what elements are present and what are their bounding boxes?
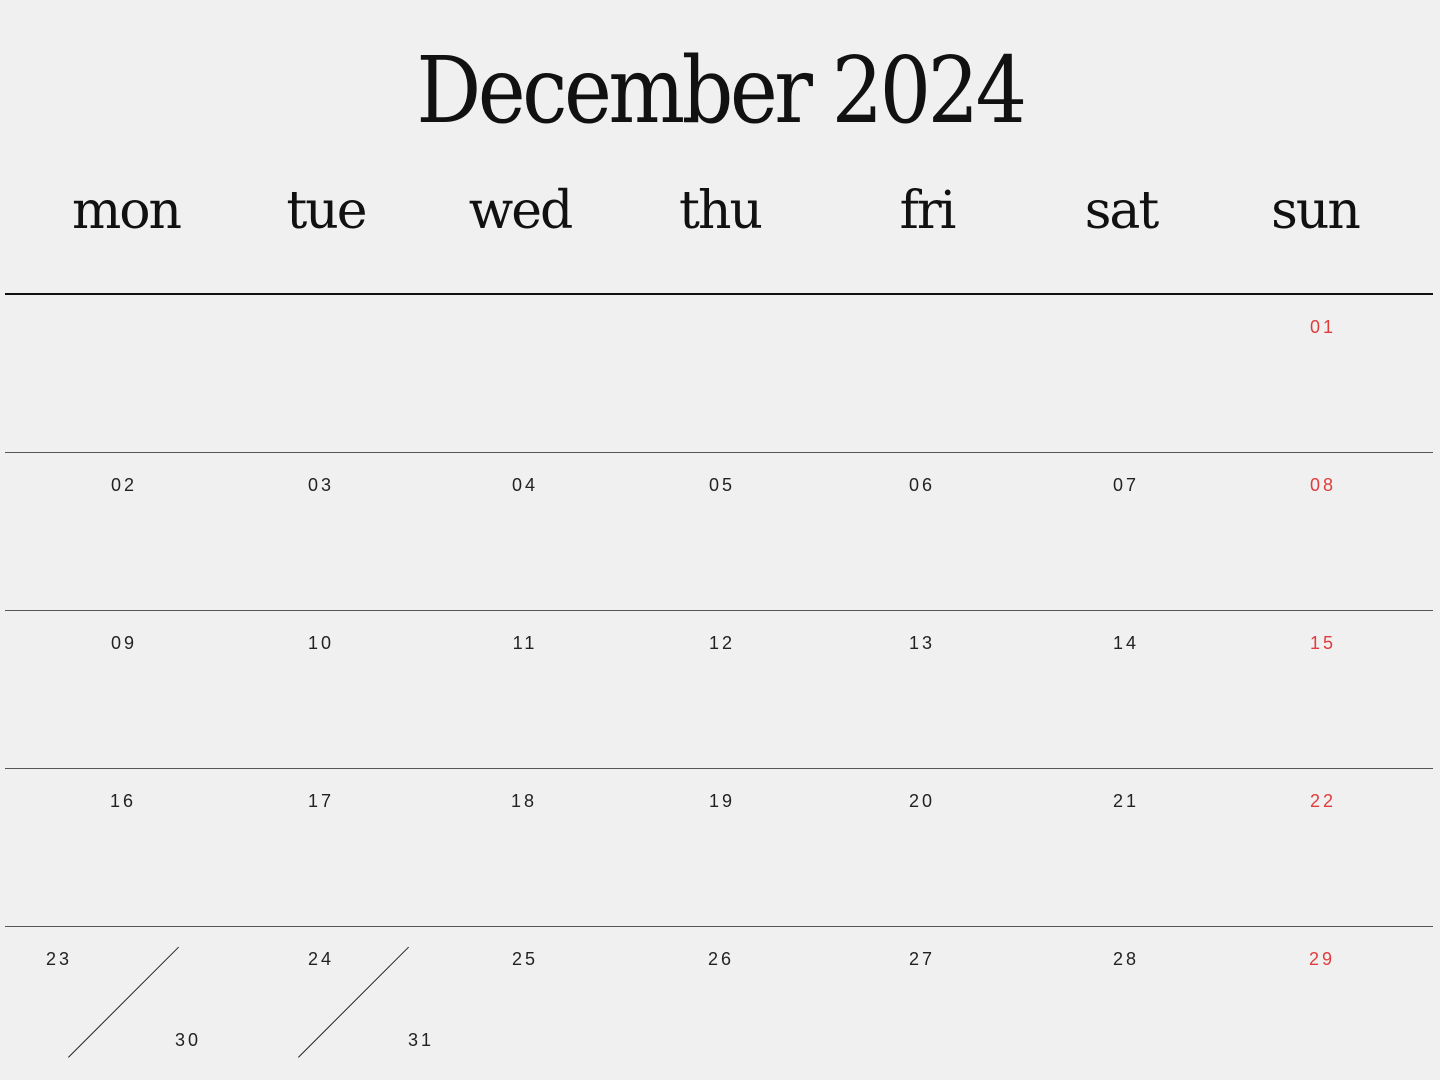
date-cell[interactable]: 28 [1113,949,1139,970]
date-cell[interactable]: 05 [709,475,735,496]
weekday-mon: mon [71,181,182,241]
date-cell[interactable]: 02 [111,475,137,496]
date-cell[interactable]: 17 [308,791,334,812]
weekday-thu: thu [679,181,763,241]
date-cell[interactable]: 10 [308,633,334,654]
date-cell[interactable]: 23 [46,949,72,970]
date-cell[interactable]: 16 [110,791,136,812]
date-cell[interactable]: 06 [909,475,935,496]
date-cell-overflow[interactable]: 31 [408,1030,434,1051]
date-cell[interactable]: 21 [1113,791,1139,812]
weekday-fri: fri [899,181,957,241]
week-divider [5,452,1433,453]
date-cell[interactable]: 18 [511,791,537,812]
weekday-sat: sat [1084,181,1160,241]
date-cell[interactable]: 03 [308,475,334,496]
date-cell[interactable]: 09 [111,633,137,654]
date-cell[interactable]: 11 [513,633,538,654]
week-divider [5,610,1433,611]
calendar-title: December 2024 [416,37,1027,144]
date-cell[interactable]: 27 [909,949,935,970]
date-cell[interactable]: 29 [1309,949,1335,970]
date-cell-overflow[interactable]: 30 [175,1030,201,1051]
date-cell[interactable]: 20 [909,791,935,812]
weekday-sun: sun [1271,181,1361,241]
date-cell[interactable]: 15 [1310,633,1336,654]
date-cell[interactable]: 25 [512,949,538,970]
week-divider [5,768,1433,769]
date-cell[interactable]: 14 [1113,633,1139,654]
date-cell[interactable]: 26 [708,949,734,970]
date-cell[interactable]: 13 [909,633,935,654]
date-cell[interactable]: 08 [1310,475,1336,496]
weekday-wed: wed [468,181,574,241]
date-cell[interactable]: 12 [709,633,735,654]
date-cell[interactable]: 07 [1113,475,1139,496]
date-cell[interactable]: 04 [512,475,538,496]
split-cell-divider [68,946,180,1058]
weekday-tue: tue [286,181,367,241]
week-divider [5,926,1433,927]
date-cell[interactable]: 19 [709,791,735,812]
date-cell[interactable]: 22 [1310,791,1336,812]
date-cell[interactable]: 24 [308,949,334,970]
date-cell[interactable]: 01 [1310,317,1336,338]
header-divider [5,293,1433,295]
